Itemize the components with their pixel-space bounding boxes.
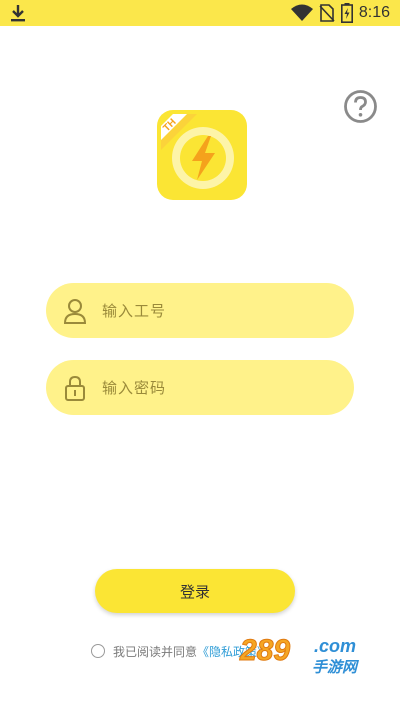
wifi-icon [290, 4, 313, 21]
password-placeholder: 输入密码 [102, 379, 167, 397]
login-button[interactable]: 登录 [95, 569, 295, 613]
clock: 8:16 [358, 4, 390, 21]
download-icon [11, 5, 25, 22]
no-sim-icon [319, 4, 335, 22]
question-circle-icon[interactable] [343, 89, 378, 124]
watermark-number: 289 [239, 634, 291, 668]
battery-charging-icon [340, 3, 353, 23]
lock-icon [65, 375, 85, 401]
employee-id-field[interactable]: 输入工号 [46, 283, 354, 338]
site-watermark: 289 .com 手游网 [239, 634, 380, 680]
watermark-domain: .com [314, 636, 357, 656]
status-bar: 8:16 [0, 0, 400, 26]
app-logo: TH [157, 110, 247, 200]
password-field[interactable]: 输入密码 [46, 360, 354, 415]
agreement-text: 我已阅读并同意 [113, 644, 198, 659]
user-icon [63, 299, 87, 324]
employee-id-placeholder: 输入工号 [102, 302, 167, 320]
watermark-sub: 手游网 [312, 658, 358, 676]
agree-checkbox[interactable] [91, 644, 105, 658]
